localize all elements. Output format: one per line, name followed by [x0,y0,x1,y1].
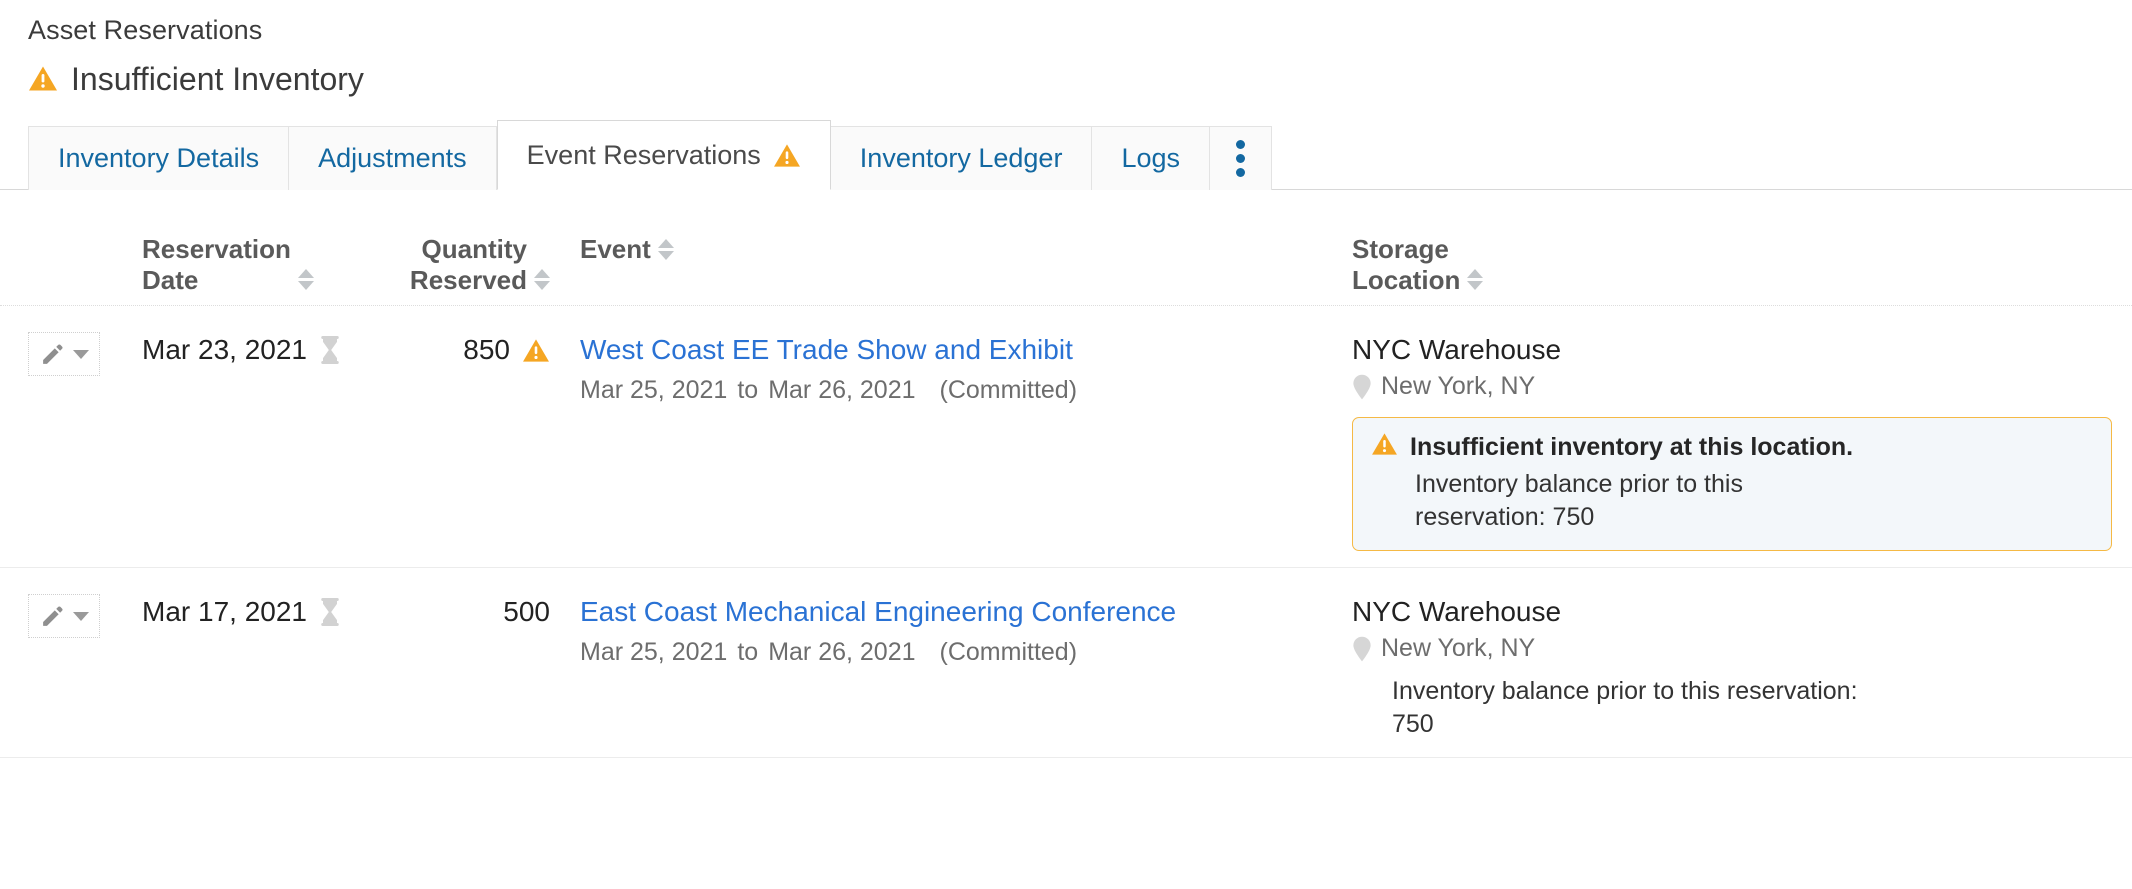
breadcrumb: Asset Reservations [28,15,263,45]
cell-event: West Coast EE Trade Show and Exhibit Mar… [550,328,1322,404]
event-date-range: Mar 25, 2021 to Mar 26, 2021 (Committed) [580,376,1322,405]
event-end-date: Mar 26, 2021 [768,375,916,404]
map-pin-icon [1352,374,1372,400]
page-title: Insufficient Inventory [71,60,364,97]
map-pin-icon [1352,636,1372,662]
cell-storage-location: NYC Warehouse New York, NY Inventory bal… [1322,590,2112,741]
warning-triangle-icon [28,65,58,92]
event-start-date: Mar 25, 2021 [580,637,728,666]
location-city-row: New York, NY [1352,634,2112,663]
page-title-row: Insufficient Inventory [28,60,2132,98]
chevron-down-icon[interactable] [72,349,89,359]
tab-label: Event Reservations [526,139,761,170]
tab-adjustments[interactable]: Adjustments [289,126,497,191]
warning-triangle-icon [1371,432,1398,456]
pencil-icon [40,604,65,629]
column-header-reservation-date[interactable]: Reservation Date [120,234,346,295]
location-city-value: New York, NY [1381,372,1536,401]
hourglass-icon [319,598,341,627]
table-row: Mar 17, 2021 500 East Coast Mechanical E… [0,568,2132,759]
cell-reservation-date: Mar 23, 2021 [120,328,346,366]
event-end-date: Mar 26, 2021 [768,637,916,666]
event-status: (Committed) [939,637,1078,666]
table-header-row: Reservation Date Quantity Reserved Event… [0,190,2132,307]
sort-toggle-icon[interactable] [1467,269,1484,295]
tab-label: Logs [1121,143,1180,174]
column-header-line1: Storage [1352,234,1449,265]
tab-inventory-details[interactable]: Inventory Details [28,126,290,191]
quantity-reserved-value: 500 [503,596,550,628]
kebab-menu-icon [1236,140,1245,178]
tab-event-reservations[interactable]: Event Reservations [496,120,831,191]
location-city-value: New York, NY [1381,634,1536,663]
column-header-line1: Reservation [142,234,291,265]
event-range-separator: to [737,637,759,666]
column-header-event[interactable]: Event [550,234,1322,265]
warning-triangle-icon [773,143,801,168]
warning-triangle-icon [522,338,550,363]
column-header-line2: Date [142,264,199,295]
row-actions [28,590,120,639]
event-link[interactable]: East Coast Mechanical Engineering Confer… [580,594,1322,630]
event-start-date: Mar 25, 2021 [580,375,728,404]
tab-label: Inventory Ledger [859,143,1063,174]
tab-overflow-menu-button[interactable] [1210,126,1272,191]
edit-split-button[interactable] [28,594,100,639]
table-row: Mar 23, 2021 850 West Coast EE Trade Sho… [0,306,2132,569]
column-header-line2: Reserved [409,264,527,295]
inventory-balance-note: Inventory balance prior to this reservat… [1392,677,1858,739]
callout-body: Inventory balance prior to this reservat… [1415,470,1743,532]
location-name: NYC Warehouse [1352,596,1562,628]
event-link[interactable]: West Coast EE Trade Show and Exhibit [580,332,1322,368]
column-header-line2: Event [580,234,651,265]
callout-title-row: Insufficient inventory at this location. [1371,432,2093,462]
event-range-separator: to [737,375,759,404]
column-header-quantity-reserved[interactable]: Quantity Reserved [346,234,550,295]
reservation-date-value: Mar 17, 2021 [142,596,307,628]
tab-logs[interactable]: Logs [1092,126,1210,191]
quantity-reserved-value: 850 [463,334,510,366]
callout-title: Insufficient inventory at this location. [1410,433,1854,462]
cell-reservation-date: Mar 17, 2021 [120,590,346,628]
pencil-icon [40,342,65,367]
sort-toggle-icon[interactable] [657,238,674,265]
chevron-down-icon[interactable] [72,611,89,621]
sort-toggle-icon[interactable] [297,269,314,295]
row-actions [28,328,120,377]
event-status: (Committed) [939,375,1078,404]
column-header-line1: Quantity [421,234,527,265]
column-header-storage-location[interactable]: Storage Location [1322,234,2112,295]
location-city-row: New York, NY [1352,372,2112,401]
insufficient-inventory-callout: Insufficient inventory at this location.… [1352,417,2112,552]
edit-split-button[interactable] [28,332,100,377]
tab-label: Inventory Details [58,143,260,174]
tab-bar: Inventory Details Adjustments Event Rese… [0,120,2132,191]
cell-quantity-reserved: 500 [346,590,550,628]
cell-storage-location: NYC Warehouse New York, NY Insufficient … [1322,328,2112,552]
column-header-line2: Location [1352,264,1461,295]
sort-toggle-icon[interactable] [534,269,550,295]
hourglass-icon [319,336,341,365]
page-header: Asset Reservations Insufficient Inventor… [0,0,2132,98]
tab-inventory-ledger[interactable]: Inventory Ledger [830,126,1093,191]
cell-quantity-reserved: 850 [346,328,550,366]
cell-event: East Coast Mechanical Engineering Confer… [550,590,1322,666]
location-name: NYC Warehouse [1352,334,1562,366]
event-date-range: Mar 25, 2021 to Mar 26, 2021 (Committed) [580,638,1322,667]
reservations-table: Reservation Date Quantity Reserved Event… [0,190,2132,759]
tab-label: Adjustments [318,143,467,174]
reservation-date-value: Mar 23, 2021 [142,334,307,366]
